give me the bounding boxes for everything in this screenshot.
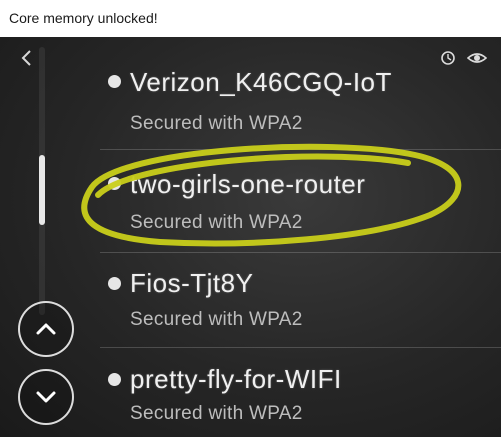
network-name: pretty-fly-for-WIFI <box>130 364 342 394</box>
top-right-icons <box>439 49 487 67</box>
divider <box>100 252 501 253</box>
post-caption: Core memory unlocked! <box>9 10 158 26</box>
scroll-down-button[interactable] <box>18 369 74 425</box>
chevron-left-icon[interactable] <box>18 47 36 69</box>
network-dot-icon <box>108 177 121 190</box>
refresh-icon[interactable] <box>439 49 457 67</box>
chevron-up-icon <box>36 323 56 335</box>
divider <box>100 347 501 348</box>
network-security: Secured with WPA2 <box>130 403 303 424</box>
network-name: Verizon_K46CGQ-IoT <box>130 67 392 97</box>
eye-icon[interactable] <box>467 49 487 67</box>
network-name: two-girls-one-router <box>130 169 366 199</box>
network-security: Secured with WPA2 <box>130 309 303 330</box>
network-name: Fios-Tjt8Y <box>130 268 254 298</box>
chevron-down-icon <box>36 391 56 403</box>
wifi-network-list-screen: Verizon_K46CGQ-IoT Secured with WPA2 two… <box>0 37 501 437</box>
post: Core memory unlocked! Verizon_K46CGQ-IoT… <box>0 0 501 444</box>
network-security: Secured with WPA2 <box>130 113 303 134</box>
network-dot-icon <box>108 277 121 290</box>
wifi-screen-photo: Verizon_K46CGQ-IoT Secured with WPA2 two… <box>0 37 501 437</box>
scroll-up-button[interactable] <box>18 301 74 357</box>
scrollbar-thumb[interactable] <box>39 155 45 225</box>
divider <box>100 149 501 150</box>
network-dot-icon <box>108 373 121 386</box>
network-dot-icon <box>108 75 121 88</box>
network-security: Secured with WPA2 <box>130 212 303 233</box>
scrollbar-track[interactable] <box>39 47 45 315</box>
